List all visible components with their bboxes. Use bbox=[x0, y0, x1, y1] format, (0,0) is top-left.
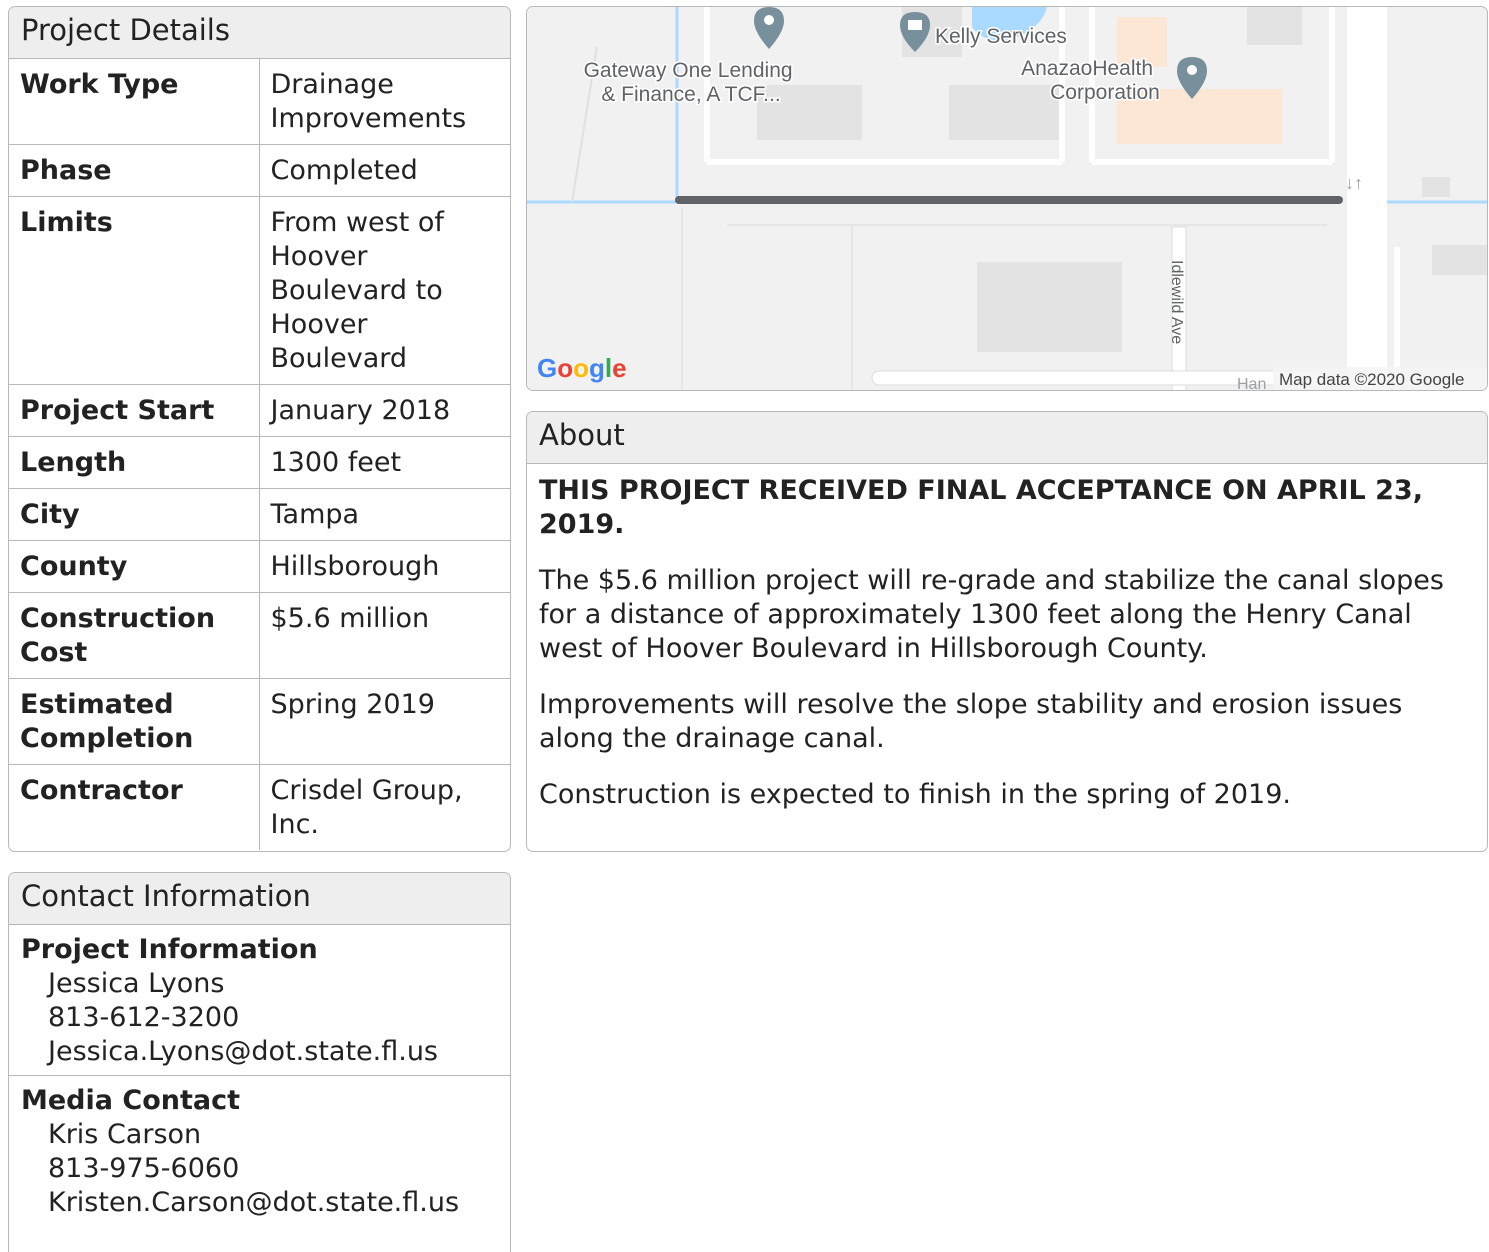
contact-email[interactable]: Jessica.Lyons@dot.state.fl.us bbox=[21, 1035, 498, 1069]
street-label-partial: Han bbox=[1237, 376, 1266, 391]
map-building bbox=[977, 262, 1122, 352]
place-label-line: & Finance, A TCF... bbox=[601, 83, 780, 106]
row-label: Length bbox=[9, 436, 260, 489]
contact-phone[interactable]: 813-975-6060 bbox=[21, 1152, 498, 1186]
table-row: Contractor Crisdel Group, Inc. bbox=[9, 764, 510, 850]
place-label-line: AnazaoHealth bbox=[1021, 57, 1153, 80]
row-label: Project Start bbox=[9, 384, 260, 437]
about-paragraph: The $5.6 million project will re-grade a… bbox=[539, 565, 1444, 664]
row-value: Crisdel Group, Inc. bbox=[259, 764, 510, 850]
table-row: Work Type Drainage Improvements bbox=[9, 59, 510, 145]
row-label: Limits bbox=[9, 196, 260, 385]
row-label: Contractor bbox=[9, 764, 260, 850]
contact-title: Contact Information bbox=[9, 873, 510, 925]
direction-arrows-icon: ↓↑ bbox=[1345, 173, 1363, 193]
contact-email[interactable]: Kristen.Carson@dot.state.fl.us bbox=[21, 1186, 498, 1220]
table-row: Phase Completed bbox=[9, 144, 510, 197]
row-value: January 2018 bbox=[259, 384, 510, 437]
project-details-panel: Project Details Work Type Drainage Improv… bbox=[8, 6, 511, 852]
row-value: $5.6 million bbox=[259, 592, 510, 679]
map-building bbox=[949, 85, 1059, 140]
map-canvas[interactable]: ↓↑ Gateway One Lending & Finance, A TCF.… bbox=[527, 7, 1488, 391]
map-building bbox=[1422, 177, 1450, 197]
project-map[interactable]: ↓↑ Gateway One Lending & Finance, A TCF.… bbox=[526, 6, 1488, 391]
hoover-boulevard-road bbox=[1347, 7, 1387, 390]
about-body: THIS PROJECT RECEIVED FINAL ACCEPTANCE O… bbox=[527, 464, 1487, 844]
contact-block-media-contact: Media Contact Kris Carson 813-975-6060 K… bbox=[9, 1076, 510, 1226]
contact-phone[interactable]: 813-612-3200 bbox=[21, 1001, 498, 1035]
place-label-line: Corporation bbox=[1050, 81, 1160, 104]
row-label: City bbox=[9, 488, 260, 541]
row-label: Estimated Completion bbox=[9, 678, 260, 765]
project-details-title: Project Details bbox=[9, 7, 510, 59]
about-panel: About THIS PROJECT RECEIVED FINAL ACCEPT… bbox=[526, 411, 1488, 852]
row-value: Spring 2019 bbox=[259, 678, 510, 765]
contact-name: Kris Carson bbox=[48, 1119, 202, 1150]
row-value: Tampa bbox=[259, 488, 510, 541]
row-value: Hillsborough bbox=[259, 540, 510, 593]
map-building bbox=[1247, 7, 1302, 45]
place-label-line: Gateway One Lending bbox=[584, 59, 793, 82]
place-label-gateway: Gateway One Lending & Finance, A TCF... bbox=[584, 59, 799, 106]
contact-name: Jessica Lyons bbox=[48, 968, 225, 999]
table-row: Project Start January 2018 bbox=[9, 384, 510, 437]
street-label-idlewild: Idlewild Ave bbox=[1168, 260, 1185, 344]
row-value: Drainage Improvements bbox=[270, 69, 467, 134]
table-row: City Tampa bbox=[9, 488, 510, 541]
table-row: Length 1300 feet bbox=[9, 436, 510, 489]
row-value: From west of Hoover Boulevard to Hoover … bbox=[259, 196, 510, 385]
row-value: Completed bbox=[259, 144, 510, 197]
row-label: Phase bbox=[9, 144, 260, 197]
row-label: Work Type bbox=[9, 59, 260, 145]
row-label: Construction Cost bbox=[9, 592, 260, 679]
about-paragraph: Construction is expected to finish in th… bbox=[539, 779, 1291, 810]
table-row: County Hillsborough bbox=[9, 540, 510, 593]
acceptance-announcement: THIS PROJECT RECEIVED FINAL ACCEPTANCE O… bbox=[539, 475, 1423, 540]
about-paragraph: Improvements will resolve the slope stab… bbox=[539, 689, 1403, 754]
table-row: Construction Cost $5.6 million bbox=[9, 592, 510, 679]
table-row: Estimated Completion Spring 2019 bbox=[9, 678, 510, 765]
project-details-table: Work Type Drainage Improvements Phase Comp… bbox=[9, 59, 510, 850]
table-row: Limits From west of Hoover Boulevard to H… bbox=[9, 196, 510, 385]
row-label: County bbox=[9, 540, 260, 593]
place-label-kelly: Kelly Services bbox=[935, 25, 1067, 48]
google-logo[interactable]: Google bbox=[537, 353, 627, 383]
map-attribution[interactable]: Map data ©2020 Google bbox=[1279, 370, 1465, 389]
contact-panel: Contact Information Project Information … bbox=[8, 872, 511, 1252]
map-building bbox=[1432, 245, 1487, 275]
row-value: 1300 feet bbox=[259, 436, 510, 489]
contact-heading: Project Information bbox=[21, 934, 318, 965]
contact-block-project-information: Project Information Jessica Lyons 813-61… bbox=[9, 925, 510, 1076]
contact-heading: Media Contact bbox=[21, 1085, 241, 1116]
about-title: About bbox=[527, 412, 1487, 464]
